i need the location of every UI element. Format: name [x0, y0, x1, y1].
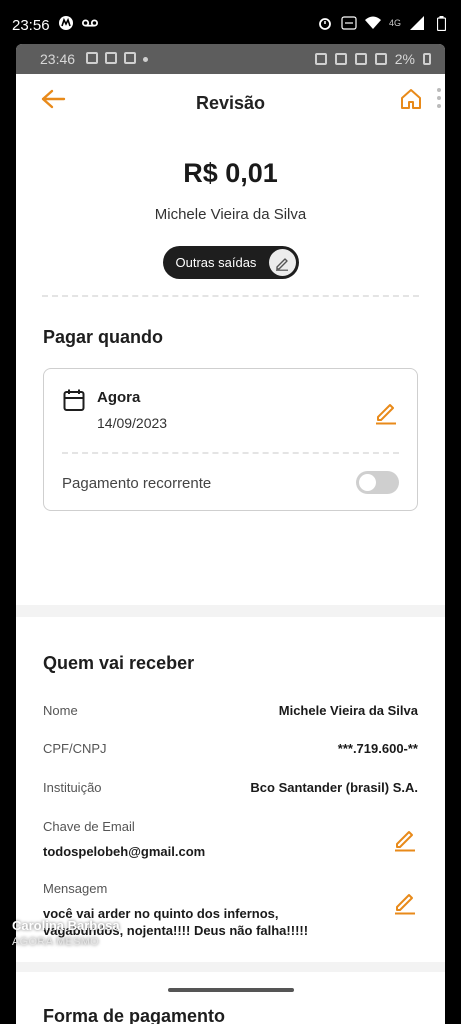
- system-status-bar: 23:56 4G: [0, 0, 461, 44]
- receiver-section: Quem vai receber Nome Michele Vieira da …: [16, 617, 445, 962]
- pay-when-date: 14/09/2023: [97, 415, 168, 431]
- video-icon: [124, 52, 136, 64]
- pay-when-title: Pagar quando: [43, 327, 164, 347]
- payee-name: Michele Vieira da Silva: [154, 206, 307, 223]
- notification-time: AGORA MESMO: [12, 936, 100, 948]
- gesture-bar[interactable]: [168, 988, 294, 992]
- battery-percentage: 2%: [394, 51, 415, 67]
- edit-message-icon[interactable]: [392, 889, 418, 920]
- gallery-icon: [86, 52, 98, 64]
- recurring-label: Pagamento recorrente: [62, 475, 212, 492]
- pay-when-card: Agora 14/09/2023 Pagamento recorrente: [43, 368, 418, 511]
- edit-key-icon[interactable]: [392, 826, 418, 857]
- edit-category-icon[interactable]: [268, 249, 296, 276]
- doc-value: ***.719.600-**: [337, 741, 418, 756]
- volte-icon: [341, 15, 357, 31]
- home-icon[interactable]: [399, 87, 423, 116]
- institution-label: Instituição: [43, 780, 102, 795]
- network-type: 4G: [388, 18, 401, 28]
- transfer-summary: R$ 0,01 Michele Vieira da Silva Outras s…: [16, 130, 445, 605]
- receiver-name-row: Nome Michele Vieira da Silva: [43, 703, 418, 718]
- doc-label: CPF/CNPJ: [43, 741, 107, 756]
- name-value: Michele Vieira da Silva: [278, 703, 418, 718]
- system-time: 23:56: [12, 17, 50, 34]
- receiver-institution-row: Instituição Bco Santander (brasil) S.A.: [43, 780, 418, 795]
- divider: [62, 452, 399, 454]
- alarm-icon: [314, 53, 327, 65]
- alarm-icon: [317, 15, 333, 31]
- app-status-time: 23:46: [40, 51, 76, 67]
- signal-icon: [409, 15, 425, 31]
- transfer-amount: R$ 0,01: [183, 158, 278, 188]
- receiver-title: Quem vai receber: [43, 653, 195, 673]
- overflow-menu-icon[interactable]: [437, 88, 441, 108]
- category-chip[interactable]: Outras saídas: [162, 246, 299, 279]
- airplane-icon: [374, 53, 387, 65]
- payment-method-title: Forma de pagamento: [43, 1006, 226, 1024]
- recurring-toggle[interactable]: [356, 471, 399, 494]
- motorola-icon: [58, 15, 74, 31]
- pix-key-value: todospelobeh@gmail.com: [43, 844, 206, 859]
- calendar-icon: [62, 388, 86, 417]
- mute-icon: [334, 53, 347, 65]
- payment-method-section: Forma de pagamento: [16, 972, 445, 1024]
- page-title: Revisão: [195, 93, 266, 113]
- voicemail-icon: [82, 15, 98, 31]
- clipboard-icon: [105, 52, 117, 64]
- category-label: Outras saídas: [175, 255, 257, 270]
- app-screen: 23:46 2% Revisão R$ 0,01 Michele Vieira …: [16, 44, 445, 1024]
- battery-icon: [433, 15, 449, 31]
- message-label: Mensagem: [43, 881, 108, 896]
- edit-date-icon[interactable]: [373, 399, 399, 430]
- receiver-doc-row: CPF/CNPJ ***.719.600-**: [43, 741, 418, 756]
- app-status-bar: 23:46 2%: [16, 44, 445, 74]
- pay-when-label: Agora: [97, 389, 141, 406]
- notification-sender: Carolina Barbosa: [12, 918, 120, 933]
- app-header: Revisão: [16, 74, 445, 130]
- wifi-icon: [364, 15, 381, 31]
- pix-key-label: Chave de Email: [43, 819, 135, 834]
- battery-icon: [423, 53, 431, 65]
- more-notifications-icon: [143, 57, 148, 62]
- divider: [42, 295, 419, 297]
- name-label: Nome: [43, 703, 78, 718]
- institution-value: Bco Santander (brasil) S.A.: [250, 780, 418, 795]
- wifi-off-icon: [354, 53, 367, 65]
